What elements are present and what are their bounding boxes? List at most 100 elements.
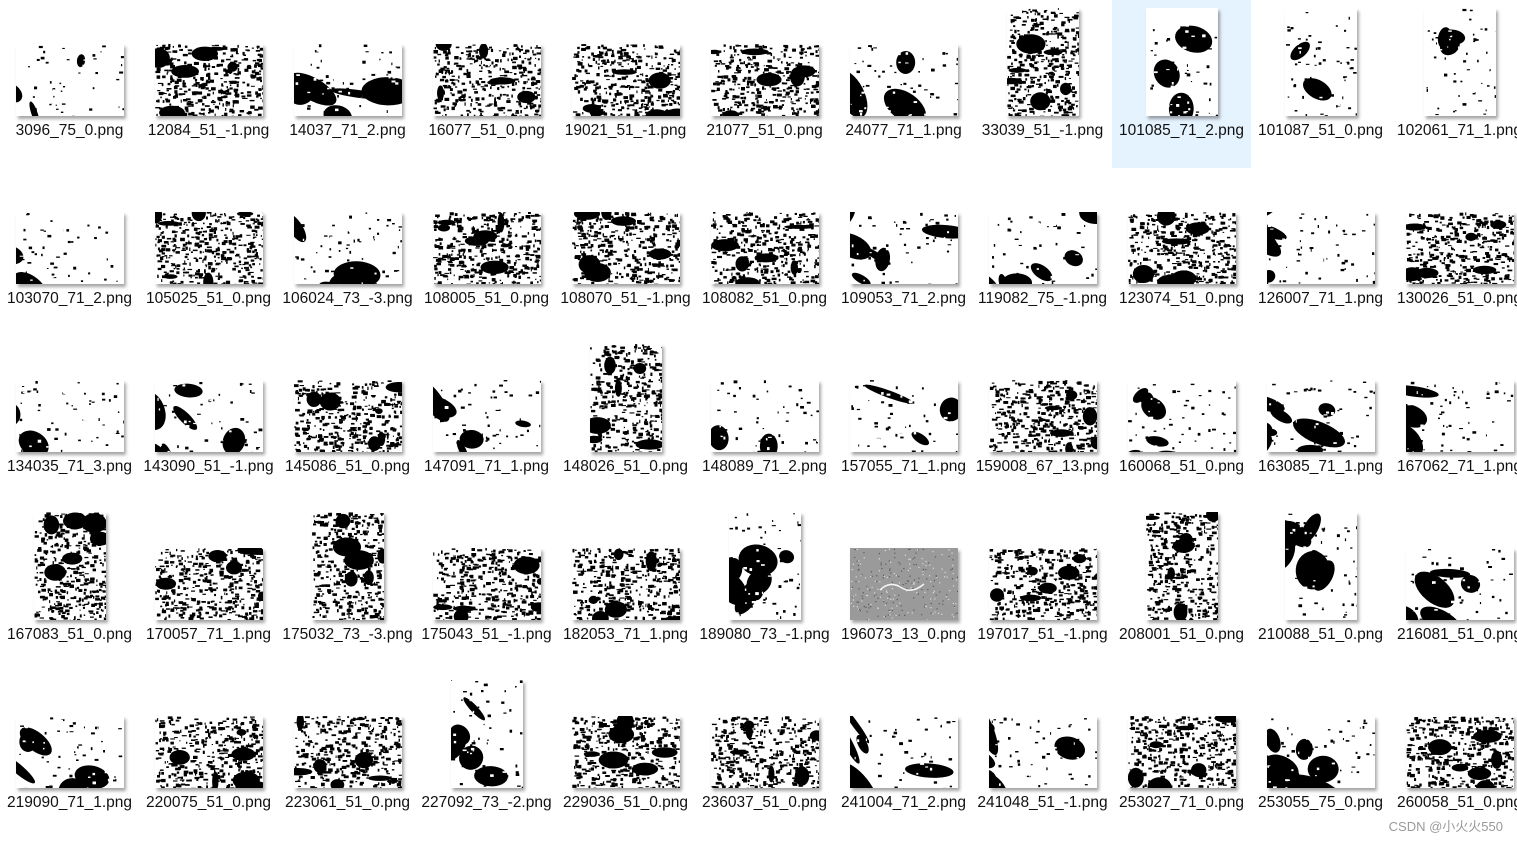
file-item[interactable]: 210088_51_0.png xyxy=(1251,504,1390,672)
thumbnail-frame xyxy=(1251,172,1390,284)
file-item[interactable]: 119082_75_-1.png xyxy=(973,168,1112,336)
file-item[interactable]: 220075_51_0.png xyxy=(139,672,278,840)
thumbnail-frame xyxy=(139,508,278,620)
file-name: 170057_71_1.png xyxy=(146,626,271,643)
file-item[interactable]: 223061_51_0.png xyxy=(278,672,417,840)
file-item[interactable]: 157055_71_1.png xyxy=(834,336,973,504)
file-item[interactable]: 182053_71_1.png xyxy=(556,504,695,672)
file-name: 101087_51_0.png xyxy=(1258,122,1383,139)
file-name: 167062_71_1.png xyxy=(1397,458,1517,475)
file-item[interactable]: 143090_51_-1.png xyxy=(139,336,278,504)
file-item[interactable]: 109053_71_2.png xyxy=(834,168,973,336)
file-item[interactable]: 260058_51_0.png xyxy=(1390,672,1517,840)
thumbnail-image xyxy=(1405,548,1514,620)
thumbnail-image xyxy=(1405,380,1514,452)
thumbnail-frame xyxy=(973,508,1112,620)
thumbnail-image xyxy=(154,212,263,284)
file-name: 21077_51_0.png xyxy=(706,122,823,139)
file-item[interactable]: 33039_51_-1.png xyxy=(973,0,1112,168)
file-name: 134035_71_3.png xyxy=(7,458,132,475)
file-item[interactable]: 105025_51_0.png xyxy=(139,168,278,336)
thumbnail-image xyxy=(154,548,263,620)
file-item[interactable]: 108082_51_0.png xyxy=(695,168,834,336)
thumbnail-frame xyxy=(1390,4,1517,116)
file-item[interactable]: 106024_73_-3.png xyxy=(278,168,417,336)
thumbnail-frame xyxy=(139,4,278,116)
file-item[interactable]: 216081_51_0.png xyxy=(1390,504,1517,672)
file-item[interactable]: 160068_51_0.png xyxy=(1112,336,1251,504)
file-item[interactable]: 148026_51_0.png xyxy=(556,336,695,504)
file-item[interactable]: 253055_75_0.png xyxy=(1251,672,1390,840)
file-item[interactable]: 227092_73_-2.png xyxy=(417,672,556,840)
thumbnail-frame xyxy=(0,676,139,788)
file-item[interactable]: 148089_71_2.png xyxy=(695,336,834,504)
thumbnail-image xyxy=(1423,8,1496,116)
thumbnail-image xyxy=(293,44,402,116)
file-item[interactable]: 103070_71_2.png xyxy=(0,168,139,336)
thumbnail-image xyxy=(432,212,541,284)
file-item[interactable]: 19021_51_-1.png xyxy=(556,0,695,168)
thumbnail-image xyxy=(1284,512,1357,620)
file-item[interactable]: 229036_51_0.png xyxy=(556,672,695,840)
file-item[interactable]: 108070_51_-1.png xyxy=(556,168,695,336)
thumbnail-frame xyxy=(834,676,973,788)
file-item[interactable]: 134035_71_3.png xyxy=(0,336,139,504)
file-item[interactable]: 170057_71_1.png xyxy=(139,504,278,672)
file-item[interactable]: 175043_51_-1.png xyxy=(417,504,556,672)
thumbnail-image xyxy=(710,44,819,116)
file-item[interactable]: 147091_71_1.png xyxy=(417,336,556,504)
thumbnail-frame xyxy=(695,340,834,452)
file-item[interactable]: 123074_51_0.png xyxy=(1112,168,1251,336)
file-item[interactable]: 196073_13_0.png xyxy=(834,504,973,672)
thumbnail-image xyxy=(154,44,263,116)
file-name: 182053_71_1.png xyxy=(563,626,688,643)
file-name: 227092_73_-2.png xyxy=(421,794,552,811)
file-item[interactable]: 236037_51_0.png xyxy=(695,672,834,840)
thumbnail-image xyxy=(311,512,384,620)
file-item[interactable]: 3096_75_0.png xyxy=(0,0,139,168)
file-item[interactable]: 12084_51_-1.png xyxy=(139,0,278,168)
thumbnail-image xyxy=(1405,716,1514,788)
file-item[interactable]: 219090_71_1.png xyxy=(0,672,139,840)
file-item[interactable]: 197017_51_-1.png xyxy=(973,504,1112,672)
file-item[interactable]: 145086_51_0.png xyxy=(278,336,417,504)
thumbnail-image xyxy=(988,716,1097,788)
thumbnail-image xyxy=(293,380,402,452)
file-item[interactable]: 253027_71_0.png xyxy=(1112,672,1251,840)
file-item[interactable]: 130026_51_0.png xyxy=(1390,168,1517,336)
file-item[interactable]: 167083_51_0.png xyxy=(0,504,139,672)
file-item[interactable]: 241048_51_-1.png xyxy=(973,672,1112,840)
thumbnail-frame xyxy=(1390,508,1517,620)
file-name: 253027_71_0.png xyxy=(1119,794,1244,811)
file-item[interactable]: 21077_51_0.png xyxy=(695,0,834,168)
file-item[interactable]: 108005_51_0.png xyxy=(417,168,556,336)
file-name: 147091_71_1.png xyxy=(424,458,549,475)
file-item[interactable]: 14037_71_2.png xyxy=(278,0,417,168)
thumbnail-frame xyxy=(556,340,695,452)
file-item[interactable]: 241004_71_2.png xyxy=(834,672,973,840)
file-name: 130026_51_0.png xyxy=(1397,290,1517,307)
thumbnail-frame xyxy=(834,4,973,116)
file-name: 223061_51_0.png xyxy=(285,794,410,811)
thumbnail-frame xyxy=(1251,676,1390,788)
file-item[interactable]: 175032_73_-3.png xyxy=(278,504,417,672)
thumbnail-image xyxy=(293,716,402,788)
file-item[interactable]: 163085_71_1.png xyxy=(1251,336,1390,504)
file-item[interactable]: 24077_71_1.png xyxy=(834,0,973,168)
file-item[interactable]: 16077_51_0.png xyxy=(417,0,556,168)
file-item[interactable]: 189080_73_-1.png xyxy=(695,504,834,672)
file-name: 175043_51_-1.png xyxy=(421,626,552,643)
file-item[interactable]: 159008_67_13.png xyxy=(973,336,1112,504)
file-name: 216081_51_0.png xyxy=(1397,626,1517,643)
file-name: 106024_73_-3.png xyxy=(282,290,413,307)
thumbnail-frame xyxy=(0,4,139,116)
file-item[interactable]: 101087_51_0.png xyxy=(1251,0,1390,168)
thumbnail-frame xyxy=(556,676,695,788)
file-item[interactable]: 102061_71_1.png xyxy=(1390,0,1517,168)
file-item[interactable]: 126007_71_1.png xyxy=(1251,168,1390,336)
file-item[interactable]: 208001_51_0.png xyxy=(1112,504,1251,672)
file-item[interactable]: 167062_71_1.png xyxy=(1390,336,1517,504)
thumbnail-frame xyxy=(1112,676,1251,788)
thumbnail-image xyxy=(1266,380,1375,452)
file-item[interactable]: 101085_71_2.png xyxy=(1112,0,1251,168)
